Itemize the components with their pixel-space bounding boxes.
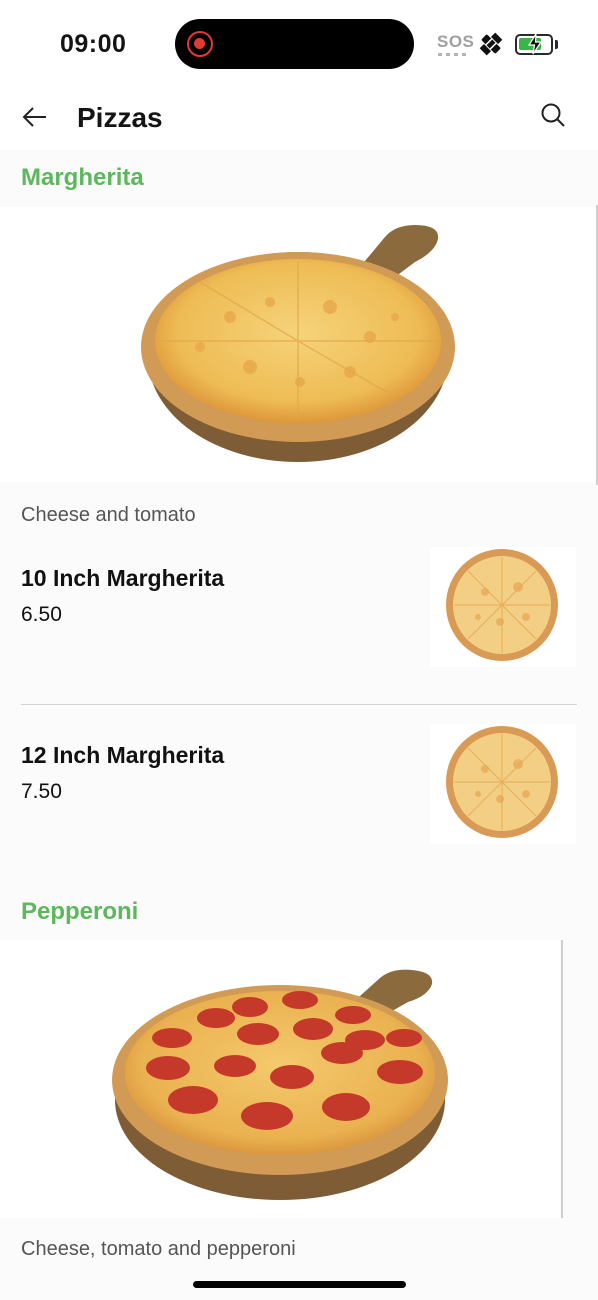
margherita-hero-image xyxy=(0,207,598,482)
bolt-icon xyxy=(527,33,543,55)
item-name: 12 Inch Margherita xyxy=(21,742,225,768)
item-price: 7.50 xyxy=(21,780,62,803)
scroll-indicator xyxy=(596,205,598,485)
section-heading-pepperoni: Pepperoni xyxy=(21,898,139,925)
page-title: Pizzas xyxy=(77,102,163,133)
item-thumbnail xyxy=(430,547,576,667)
section-description-pepperoni: Cheese, tomato and pepperoni xyxy=(21,1238,296,1260)
divider xyxy=(21,704,577,705)
search-icon[interactable] xyxy=(538,100,568,130)
sos-indicator: SOS xyxy=(437,32,475,51)
section-heading-margherita: Margherita xyxy=(21,164,144,191)
item-thumbnail xyxy=(430,724,576,844)
menu-item[interactable]: 10 Inch Margherita 6.50 xyxy=(0,547,598,715)
app-screen: 09:00 SOS Pizzas Margherita Cheese and t… xyxy=(0,0,598,1300)
dynamic-island[interactable] xyxy=(175,19,414,69)
menu-item[interactable]: 12 Inch Margherita 7.50 xyxy=(0,724,598,892)
item-name: 10 Inch Margherita xyxy=(21,565,225,591)
home-indicator[interactable] xyxy=(193,1281,406,1288)
record-icon xyxy=(187,31,213,57)
scroll-indicator xyxy=(561,940,563,1218)
battery-tip xyxy=(555,40,558,49)
battery-charging-icon xyxy=(515,33,553,55)
signal-dots xyxy=(438,53,468,56)
section-description-margherita: Cheese and tomato xyxy=(21,504,196,526)
arrow-left-icon[interactable] xyxy=(18,100,52,134)
status-time: 09:00 xyxy=(60,30,127,58)
satellite-icon xyxy=(479,32,503,56)
pepperoni-hero-image xyxy=(0,940,560,1218)
item-price: 6.50 xyxy=(21,603,62,626)
app-header: Pizzas xyxy=(0,88,598,150)
status-bar: 09:00 SOS xyxy=(0,0,598,88)
